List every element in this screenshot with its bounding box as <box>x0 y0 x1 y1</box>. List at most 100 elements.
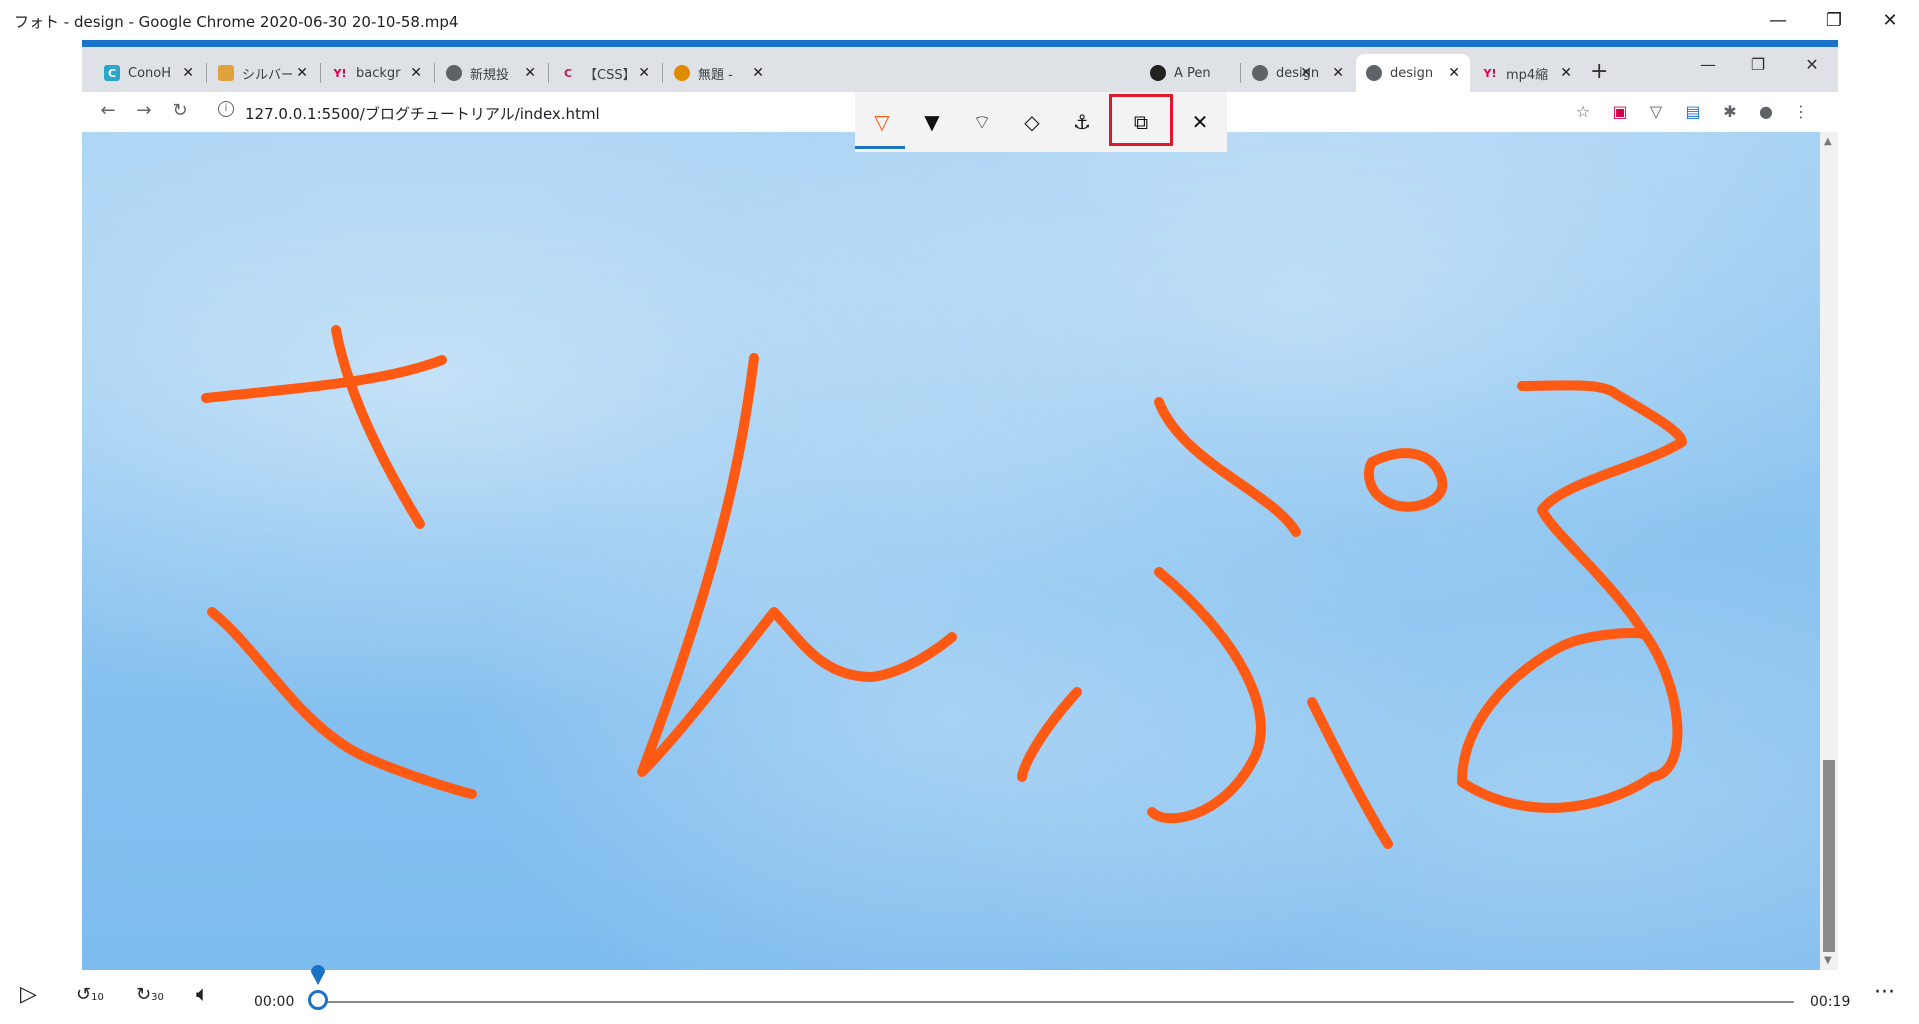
calligraphy-pen-icon[interactable]: ⌔ <box>961 100 1003 144</box>
tab-favicon-icon: C <box>563 66 573 80</box>
ink-stroke <box>207 607 477 799</box>
browser-tab[interactable]: Y! backgr ✕ <box>322 54 432 92</box>
tab-close-icon[interactable]: ✕ <box>1332 65 1344 81</box>
tab-separator <box>548 63 549 83</box>
restore-button[interactable]: ❐ <box>1806 0 1862 40</box>
scroll-up-icon[interactable]: ▲ <box>1824 136 1832 147</box>
globe-icon <box>1252 65 1268 81</box>
seek-bar[interactable] <box>318 1001 1794 1003</box>
seek-marker-icon <box>311 965 325 985</box>
browser-tab[interactable]: 無題 - ✕ <box>664 54 774 92</box>
tab-close-icon[interactable]: ✕ <box>1560 65 1572 81</box>
tab-close-icon[interactable]: ✕ <box>524 65 536 81</box>
tab-separator <box>662 63 663 83</box>
tab-separator <box>206 63 207 83</box>
browser-tab[interactable]: design ✕ <box>1242 54 1354 92</box>
ink-toolbar: ▽ ▼ ⌔ ◇ ⚓ ⧉ ✕ <box>855 92 1227 152</box>
tab-favicon-icon <box>674 65 690 81</box>
browser-tab[interactable]: シルバー ✕ <box>208 54 318 92</box>
total-time: 00:19 <box>1810 994 1851 1010</box>
save-highlight-box <box>1109 94 1173 146</box>
ink-stroke <box>1154 397 1301 537</box>
reload-icon[interactable]: ↻ <box>166 100 194 121</box>
skip-back-icon[interactable]: ↺10 <box>76 984 104 1005</box>
browser-close-icon[interactable]: ✕ <box>1792 55 1832 74</box>
window-title: フォト - design - Google Chrome 2020-06-30 … <box>14 13 459 31</box>
forward-arrow-icon[interactable]: → <box>130 100 158 121</box>
tab-close-icon[interactable]: ✕ <box>182 65 194 81</box>
tab-label: 【CSS】 <box>584 67 634 83</box>
save-extension-icon[interactable]: ▤ <box>1682 100 1704 122</box>
profile-avatar-icon[interactable]: ● <box>1755 100 1777 122</box>
close-ink-icon[interactable]: ✕ <box>1179 100 1221 144</box>
browser-tab-strip: C ConoH ✕ シルバー ✕ Y! backgr ✕ 新規投 ✕ C 【CS… <box>82 47 1838 92</box>
skip-forward-icon[interactable]: ↻30 <box>136 984 164 1005</box>
playback-bar: ▷ ↺10 ↻30 🔈︎ 00:00 00:19 ··· <box>0 965 1919 1024</box>
skip-back-label: 10 <box>91 992 104 1003</box>
tab-favicon-icon: Y! <box>333 66 347 80</box>
more-options-icon[interactable]: ··· <box>1874 980 1895 1005</box>
tab-label: ConoH <box>128 65 171 81</box>
globe-icon <box>1366 65 1382 81</box>
ballpoint-pen-icon[interactable]: ▽ <box>861 100 903 144</box>
tab-label: backgr <box>356 65 401 81</box>
filter-icon[interactable]: ▽ <box>1645 100 1667 122</box>
browser-tab-active[interactable]: design ✕ <box>1356 54 1470 92</box>
browser-restore-icon[interactable]: ❐ <box>1738 55 1778 74</box>
new-tab-button[interactable]: + <box>1590 59 1608 84</box>
info-icon[interactable]: i <box>218 101 234 117</box>
tab-label: 無題 - <box>698 67 733 83</box>
eraser-icon[interactable]: ◇ <box>1011 100 1053 144</box>
ink-stroke <box>201 355 447 403</box>
player-titlebar: フォト - design - Google Chrome 2020-06-30 … <box>0 0 1919 40</box>
ink-stroke <box>1147 567 1266 824</box>
codepen-icon <box>1150 65 1166 81</box>
tab-label: A Pen <box>1174 65 1211 81</box>
web-page-content <box>82 132 1820 970</box>
pocket-icon[interactable]: ▣ <box>1609 100 1631 122</box>
ink-stroke <box>1364 448 1448 512</box>
minimize-button[interactable]: — <box>1750 0 1806 40</box>
tab-label: mp4縮 <box>1506 67 1549 83</box>
star-bookmark-icon[interactable]: ☆ <box>1572 100 1594 122</box>
tab-close-icon[interactable]: ✕ <box>752 65 764 81</box>
tab-separator <box>434 63 435 83</box>
ink-stroke <box>1457 380 1687 813</box>
pencil-icon[interactable]: ▼ <box>911 100 953 144</box>
seek-knob[interactable] <box>308 990 328 1010</box>
play-icon[interactable]: ▷ <box>20 982 37 1007</box>
ink-stroke <box>331 325 425 529</box>
close-window-button[interactable]: ✕ <box>1862 0 1918 40</box>
tab-close-icon[interactable]: ✕ <box>638 65 650 81</box>
tab-close-icon[interactable]: ✕ <box>410 65 422 81</box>
browser-tab[interactable]: Y! mp4縮 ✕ <box>1472 54 1582 92</box>
current-time: 00:00 <box>254 994 295 1010</box>
page-scrollbar[interactable]: ▲ ▼ <box>1820 132 1838 970</box>
browser-tab[interactable]: C ConoH ✕ <box>94 54 204 92</box>
scrollbar-thumb[interactable] <box>1823 760 1835 952</box>
menu-kebab-icon[interactable]: ⋮ <box>1790 100 1812 122</box>
tab-label: design <box>1276 65 1320 81</box>
tab-favicon-icon: C <box>104 65 120 81</box>
volume-icon[interactable]: 🔈︎ <box>196 982 209 1007</box>
skip-forward-label: 30 <box>151 992 164 1003</box>
tab-close-icon[interactable]: ✕ <box>296 65 308 81</box>
tab-close-icon[interactable]: ✕ <box>1448 65 1460 81</box>
video-frame[interactable]: C ConoH ✕ シルバー ✕ Y! backgr ✕ 新規投 ✕ C 【CS… <box>82 40 1838 970</box>
anchor-icon[interactable]: ⚓ <box>1061 100 1103 144</box>
address-bar-url[interactable]: 127.0.0.1:5500/ブログチュートリアル/index.html <box>245 103 600 124</box>
back-arrow-icon[interactable]: ← <box>94 100 122 121</box>
tab-separator <box>320 63 321 83</box>
ink-stroke <box>637 353 957 777</box>
ink-stroke <box>1017 687 1082 782</box>
tab-separator <box>1240 63 1241 83</box>
browser-tab[interactable]: 新規投 ✕ <box>436 54 546 92</box>
scroll-down-icon[interactable]: ▼ <box>1824 955 1832 966</box>
puzzle-extensions-icon[interactable]: ✱ <box>1719 100 1741 122</box>
active-tool-indicator <box>855 146 905 149</box>
browser-minimize-icon[interactable]: — <box>1688 55 1728 74</box>
browser-tab[interactable]: C 【CSS】 ✕ <box>550 54 660 92</box>
tab-label: design <box>1390 65 1434 81</box>
ink-stroke <box>1307 697 1393 849</box>
handwriting-canvas[interactable] <box>82 132 1820 970</box>
